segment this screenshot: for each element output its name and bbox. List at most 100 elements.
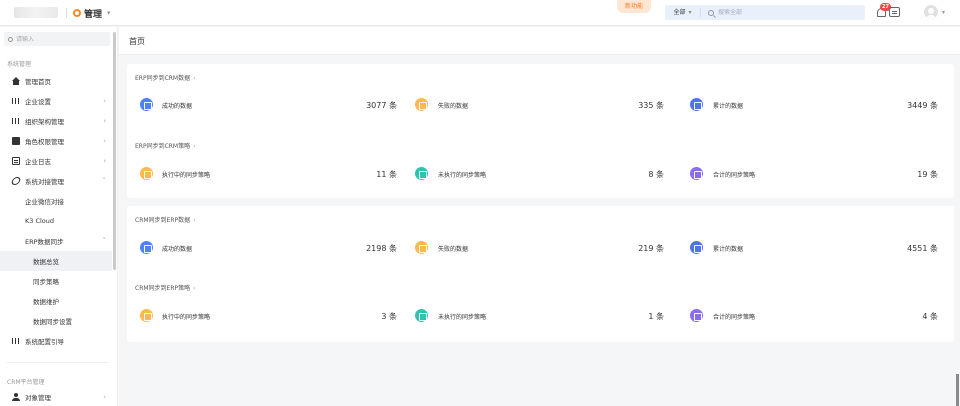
home-icon: [12, 77, 20, 85]
module-label: 管理: [84, 9, 103, 20]
sidebar-item-sync-settings[interactable]: 数据同步设置: [0, 311, 112, 331]
sidebar-item-company-settings[interactable]: 企业设置 ›: [0, 91, 112, 111]
stat-value: 4 条: [922, 312, 938, 321]
message-icon[interactable]: [889, 7, 900, 17]
stat-label: 未执行的同步策略: [438, 172, 487, 179]
chevron-down-icon: ˅: [102, 237, 107, 245]
sidebar-search: [4, 32, 110, 46]
sidebar-item-label: 管理首页: [25, 78, 51, 86]
sidebar: 系统管理 管理首页 企业设置 › 组织架构管理 › 角色权限管理 › 企业日志 …: [0, 27, 118, 406]
config-icon: [12, 337, 20, 345]
stat-label: 累计的数据: [713, 103, 744, 110]
stat-value: 4551 条: [907, 244, 938, 253]
stat-value: 3449 条: [907, 101, 938, 110]
page-title: 首页: [129, 37, 145, 46]
global-search: 全部 ▾: [665, 5, 865, 20]
chevron-right-icon: ›: [103, 97, 106, 105]
sidebar-item-data-overview[interactable]: 数据总览: [0, 251, 112, 271]
sidebar-item-sync-strategy[interactable]: 同步策略: [0, 271, 112, 291]
sidebar-item-label: 系统配置引导: [25, 338, 64, 346]
new-feature-tag[interactable]: 新功能: [617, 0, 651, 13]
sidebar-scrollbar[interactable]: [113, 32, 116, 270]
stat-value: 1 条: [648, 312, 664, 321]
sidebar-item-wechat[interactable]: 企业微信对接: [0, 191, 112, 211]
stat-value: 11 条: [376, 170, 397, 179]
idle-strategy-icon: [415, 167, 428, 180]
group-title: CRM同步到ERP数据: [135, 217, 191, 224]
stat-label: 成功的数据: [162, 103, 193, 110]
group-title-link[interactable]: ERP同步到CRM数据 ›: [135, 73, 196, 82]
group-title-link[interactable]: CRM同步到ERP数据 ›: [135, 215, 196, 224]
running-strategy-icon: [140, 309, 153, 322]
stat-label: 失败的数据: [438, 103, 469, 110]
top-bar: 管理 ▾ 新功能 全部▾ 27 ▾: [0, 0, 960, 26]
group-title: CRM同步到ERP策略: [135, 285, 191, 292]
success-data-icon: [140, 241, 153, 254]
chevron-right-icon: ›: [103, 137, 106, 145]
total-strategy-icon: [690, 167, 703, 180]
idle-strategy-icon: [415, 309, 428, 322]
search-icon: [8, 36, 13, 42]
sidebar-item-label: 组织架构管理: [25, 118, 64, 126]
sidebar-search-input[interactable]: [16, 35, 106, 43]
sidebar-item-label: ERP数据同步: [25, 238, 64, 246]
chevron-down-icon[interactable]: ▾: [942, 9, 945, 16]
stat-label: 失败的数据: [438, 246, 469, 253]
stat-label: 累计的数据: [713, 246, 744, 253]
chevron-down-icon: ▾: [688, 9, 692, 16]
building-icon: [12, 97, 20, 105]
log-icon: [12, 157, 20, 165]
stat-label: 合计的同步策略: [713, 314, 756, 321]
avatar[interactable]: [924, 5, 938, 19]
link-icon: [10, 177, 22, 185]
sidebar-item-k3cloud[interactable]: K3 Cloud: [0, 211, 112, 231]
sidebar-item-label: 对象管理: [25, 394, 51, 402]
page-scrollbar[interactable]: [956, 374, 959, 406]
sidebar-item-data-maintenance[interactable]: 数据维护: [0, 291, 112, 311]
sidebar-item-label: 角色权限管理: [25, 138, 64, 146]
module-switcher[interactable]: 管理 ▾: [73, 6, 111, 20]
chevron-right-icon: ›: [193, 75, 196, 82]
company-logo[interactable]: [14, 7, 58, 18]
group-title-link[interactable]: CRM同步到ERP策略 ›: [135, 283, 196, 292]
sidebar-item-roles[interactable]: 角色权限管理 ›: [0, 131, 112, 151]
failed-data-icon: [415, 241, 428, 254]
erp-to-crm-panel: ERP同步到CRM数据 › 成功的数据 3077 条 失败的数据 335 条 累计…: [127, 64, 954, 198]
stat-value: 335 条: [638, 101, 664, 110]
stat-value: 19 条: [917, 170, 938, 179]
sidebar-item-logs[interactable]: 企业日志 ›: [0, 151, 112, 171]
stat-label: 未执行的同步策略: [438, 314, 487, 321]
chevron-right-icon: ›: [103, 157, 106, 165]
chevron-right-icon: ›: [193, 217, 196, 224]
stat-label: 执行中的同步策略: [162, 314, 211, 321]
global-search-input[interactable]: [718, 9, 838, 16]
search-scope-label: 全部: [673, 9, 686, 16]
section-title-system: 系统管理: [7, 61, 32, 68]
sidebar-item-label: 同步策略: [33, 278, 59, 286]
chevron-right-icon: ›: [103, 117, 106, 125]
total-data-icon: [690, 241, 703, 254]
person-icon: [12, 393, 20, 401]
sidebar-item-org[interactable]: 组织架构管理 ›: [0, 111, 112, 131]
search-scope-select[interactable]: 全部 ▾: [665, 8, 701, 17]
failed-data-icon: [415, 98, 428, 111]
sidebar-item-objects[interactable]: 对象管理 ›: [0, 387, 112, 406]
page-header: 首页: [119, 27, 960, 55]
sidebar-item-home[interactable]: 管理首页: [0, 71, 112, 91]
stat-value: 2198 条: [366, 244, 397, 253]
search-icon: [708, 9, 714, 16]
sidebar-item-label: K3 Cloud: [25, 217, 55, 225]
stat-label: 执行中的同步策略: [162, 172, 211, 179]
chevron-right-icon: ›: [193, 143, 196, 150]
sidebar-item-integration[interactable]: 系统对接管理 ˅: [0, 171, 112, 191]
org-chart-icon: [12, 117, 20, 125]
success-data-icon: [140, 98, 153, 111]
sidebar-item-erp-sync[interactable]: ERP数据同步 ˅: [0, 231, 112, 251]
sidebar-item-label: 企业日志: [25, 158, 51, 166]
stat-label: 合计的同步策略: [713, 172, 756, 179]
chevron-down-icon: ▾: [107, 9, 111, 17]
group-title: ERP同步到CRM数据: [135, 75, 191, 82]
running-strategy-icon: [140, 167, 153, 180]
sidebar-item-config-guide[interactable]: 系统配置引导: [0, 331, 112, 351]
group-title-link[interactable]: ERP同步到CRM策略 ›: [135, 141, 196, 150]
